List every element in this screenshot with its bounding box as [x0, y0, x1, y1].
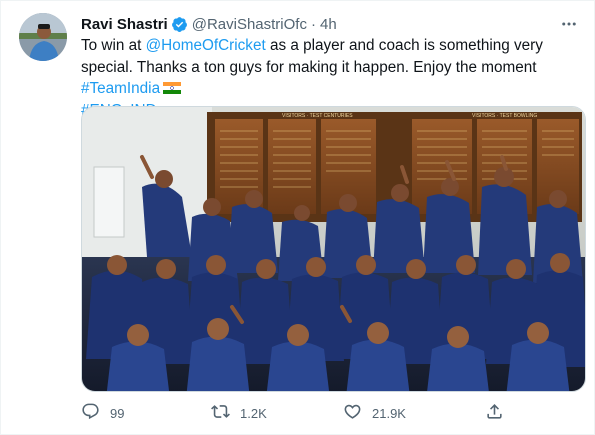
author-name[interactable]: Ravi Shastri: [81, 16, 168, 33]
verified-badge-icon: [171, 16, 188, 33]
heart-icon: [343, 402, 362, 424]
hashtag-link[interactable]: #TeamIndia: [81, 80, 160, 97]
author-handle[interactable]: @RaviShastriOfc: [192, 16, 307, 33]
like-count: 21.9K: [372, 405, 406, 421]
avatar[interactable]: [19, 13, 67, 61]
tweet-card[interactable]: Ravi Shastri @RaviShastriOfc · 4h To win…: [0, 0, 595, 435]
share-button[interactable]: [485, 399, 504, 427]
more-options-icon[interactable]: [558, 13, 580, 35]
tweet-text-part: To win at: [81, 37, 146, 54]
share-icon: [485, 402, 504, 424]
board-label-left: VISITORS · TEST CENTURIES: [282, 113, 353, 119]
tweet-header: Ravi Shastri @RaviShastriOfc · 4h: [81, 13, 580, 35]
separator-dot: ·: [310, 15, 316, 33]
retweet-icon: [211, 402, 230, 424]
team-celebration-photo: VISITORS · TEST CENTURIES VISITORS · TES…: [82, 107, 585, 391]
avatar-image: [19, 13, 67, 61]
tweet-text-part: Thanks a ton guys for making it happen. …: [136, 58, 537, 76]
retweet-count: 1.2K: [240, 405, 267, 421]
reply-icon: [81, 402, 100, 424]
mention-link[interactable]: @HomeOfCricket: [146, 37, 266, 54]
board-label-right: VISITORS · TEST BOWLING: [472, 113, 537, 119]
reply-button[interactable]: 99: [81, 399, 124, 427]
reply-count: 99: [110, 405, 125, 421]
timestamp[interactable]: 4h: [320, 16, 337, 33]
india-flag-icon: [163, 79, 182, 94]
tweet-media-photo[interactable]: VISITORS · TEST CENTURIES VISITORS · TES…: [81, 106, 586, 392]
like-button[interactable]: 21.9K: [343, 399, 406, 427]
retweet-button[interactable]: 1.2K: [211, 399, 267, 427]
tweet-actions: 99 1.2K 21.9K: [81, 399, 586, 427]
